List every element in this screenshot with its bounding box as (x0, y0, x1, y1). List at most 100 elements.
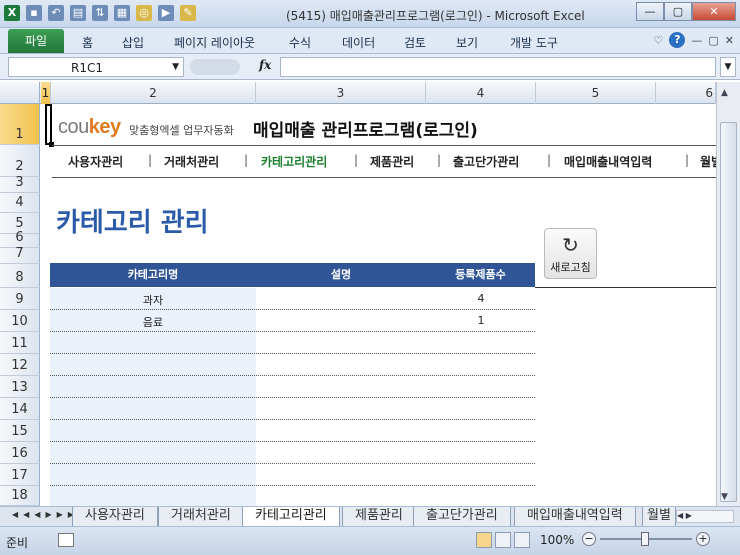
row-header[interactable]: 15 (0, 420, 40, 442)
zoom-slider-thumb[interactable] (641, 532, 649, 546)
edit-icon[interactable]: ✎ (180, 5, 196, 21)
scroll-up-icon[interactable]: ▲ (721, 88, 728, 98)
sheet-tab-products[interactable]: 제품관리 (342, 507, 416, 526)
form-icon[interactable]: ▦ (114, 5, 130, 21)
tab-data[interactable]: 데이터 (342, 34, 375, 51)
undo-icon[interactable]: ↶ (48, 5, 64, 21)
row-header[interactable]: 10 (0, 310, 40, 332)
expand-formula-icon[interactable]: ▼ (720, 57, 736, 77)
sheet-tab-users[interactable]: 사용자관리 (72, 507, 158, 526)
refresh-button[interactable]: ↻ 새로고침 (544, 228, 597, 279)
row-header[interactable]: 9 (0, 288, 40, 310)
row-header[interactable]: 13 (0, 376, 40, 398)
zoom-out-icon[interactable]: − (582, 532, 596, 546)
column-header[interactable]: 4 (426, 82, 536, 104)
sheet-tab-monthly[interactable]: 월별 (642, 507, 676, 526)
insert-function-icon[interactable]: fx (259, 58, 271, 72)
excel-logo-icon[interactable]: X (4, 5, 20, 21)
sheet-tab-clients[interactable]: 거래처관리 (158, 507, 244, 526)
row-header[interactable]: 11 (0, 332, 40, 354)
chevron-down-icon[interactable]: ▼ (172, 62, 179, 72)
table-row[interactable] (50, 332, 535, 354)
zoom-in-icon[interactable]: + (696, 532, 710, 546)
save-icon[interactable]: ▪ (26, 5, 42, 21)
row-header[interactable]: 8 (0, 264, 40, 288)
table-row[interactable] (50, 486, 535, 508)
vertical-scrollbar[interactable]: ▲ ▼ (716, 82, 740, 506)
row-header[interactable]: 18 (0, 486, 40, 506)
nav-client-management[interactable]: 거래처관리 (164, 153, 219, 170)
sheet-tab-purchase-sales[interactable]: 매입매출내역입력 (514, 507, 636, 526)
column-header[interactable]: 2 (51, 82, 256, 104)
tab-review[interactable]: 검토 (404, 34, 426, 51)
row-header[interactable]: 3 (0, 175, 40, 193)
tab-page-layout[interactable]: 페이지 레이아웃 (174, 34, 255, 51)
row-header[interactable]: 16 (0, 442, 40, 464)
scroll-down-icon[interactable]: ▼ (721, 492, 728, 502)
row-header[interactable]: 17 (0, 464, 40, 486)
column-header[interactable]: 5 (536, 82, 656, 104)
nav-category-management[interactable]: 카테고리관리 (261, 153, 327, 170)
cell-category-name[interactable]: 음료 (50, 314, 256, 330)
table-row[interactable]: 음료 1 (50, 310, 535, 332)
tab-formulas[interactable]: 수식 (289, 34, 311, 51)
table-row[interactable] (50, 376, 535, 398)
name-box[interactable]: R1C1 ▼ (8, 57, 184, 77)
cell-product-count[interactable]: 4 (450, 292, 512, 305)
column-header[interactable]: 3 (256, 82, 426, 104)
row-header[interactable]: 1 (0, 104, 40, 145)
row-header[interactable]: 12 (0, 354, 40, 376)
nav-purchase-sales-entry[interactable]: 매입매출내역입력 (564, 153, 652, 170)
doc-minimize-icon[interactable]: — (691, 34, 702, 47)
active-cell[interactable] (45, 104, 54, 147)
table-row[interactable]: 과자 4 (50, 288, 535, 310)
sheet-tab-categories[interactable]: 카테고리관리 (242, 507, 340, 526)
zoom-icon[interactable]: ◎ (136, 5, 152, 21)
scroll-thumb[interactable] (720, 122, 737, 502)
row-header[interactable]: 2 (0, 145, 40, 177)
nav-product-management[interactable]: 제품관리 (370, 153, 414, 170)
table-row[interactable] (50, 354, 535, 376)
column-header[interactable]: 6 (656, 82, 716, 104)
minimize-button[interactable]: — (636, 2, 664, 21)
formula-bar-splitter[interactable] (190, 59, 240, 75)
sort-icon[interactable]: ⇅ (92, 5, 108, 21)
maximize-button[interactable]: ▢ (664, 2, 692, 21)
nav-outbound-price[interactable]: 출고단가관리 (453, 153, 519, 170)
tab-file[interactable]: 파일 (8, 29, 64, 53)
row-header[interactable]: 4 (0, 193, 40, 213)
macro-record-icon[interactable] (58, 533, 74, 547)
normal-view-icon[interactable] (476, 532, 492, 548)
nav-separator: | (354, 153, 359, 167)
row-header[interactable]: 14 (0, 398, 40, 420)
print-icon[interactable]: ▤ (70, 5, 86, 21)
tab-home[interactable]: 홈 (82, 34, 93, 51)
sheet-nav-buttons[interactable]: ◀◀◀▶▶▶ (12, 510, 79, 519)
zoom-level[interactable]: 100% (540, 533, 574, 547)
doc-close-icon[interactable]: ✕ (725, 34, 734, 47)
table-row[interactable] (50, 420, 535, 442)
nav-monthly[interactable]: 월별 (700, 153, 716, 170)
help-icon[interactable]: ? (669, 32, 686, 48)
tab-developer[interactable]: 개발 도구 (510, 34, 558, 51)
horizontal-scrollbar[interactable]: ◀ ▶ (676, 510, 734, 523)
table-row[interactable] (50, 398, 535, 420)
column-header[interactable]: 1 (41, 82, 51, 104)
tab-insert[interactable]: 삽입 (122, 34, 144, 51)
row-header[interactable]: 7 (0, 246, 40, 264)
page-break-view-icon[interactable] (514, 532, 530, 548)
sheet-tab-outbound-price[interactable]: 출고단가관리 (413, 507, 511, 526)
minimize-ribbon-icon[interactable]: ♡ (654, 34, 664, 47)
nav-user-management[interactable]: 사용자관리 (68, 153, 123, 170)
macro-icon[interactable]: ▶ (158, 5, 174, 21)
page-layout-view-icon[interactable] (495, 532, 511, 548)
close-button[interactable]: ✕ (692, 2, 736, 21)
select-all-corner[interactable] (0, 82, 40, 104)
cell-product-count[interactable]: 1 (450, 314, 512, 327)
table-row[interactable] (50, 442, 535, 464)
formula-input[interactable] (280, 57, 716, 77)
table-row[interactable] (50, 464, 535, 486)
doc-restore-icon[interactable]: ▢ (708, 34, 718, 47)
tab-view[interactable]: 보기 (456, 34, 478, 51)
cell-category-name[interactable]: 과자 (50, 292, 256, 308)
